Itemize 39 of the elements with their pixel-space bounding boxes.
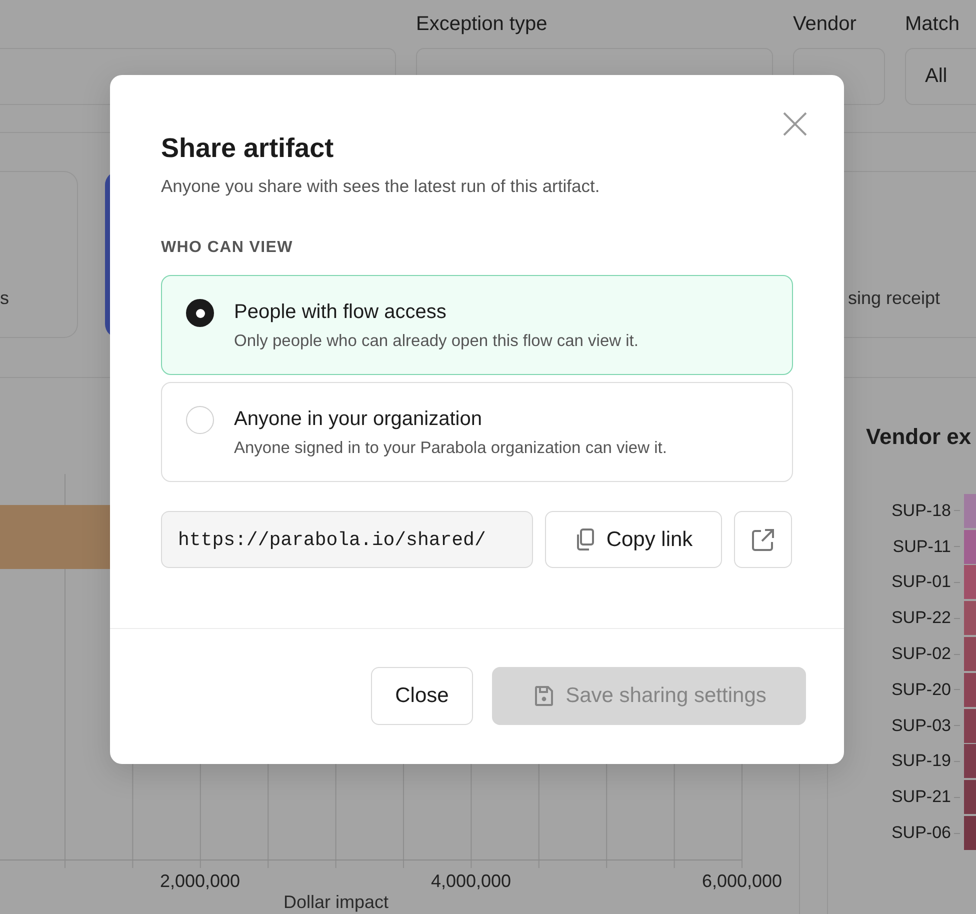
link-field[interactable]: https://parabola.io/shared/ bbox=[161, 511, 533, 568]
chart-title: Vendor ex bbox=[866, 424, 972, 451]
filter-dropdown[interactable]: All bbox=[905, 48, 976, 105]
axis-label: SUP-06 bbox=[891, 823, 952, 844]
close-icon[interactable] bbox=[782, 111, 808, 137]
axis-label: SUP-01 bbox=[891, 572, 952, 592]
radio-option[interactable]: Anyone in your organization Anyone signed in to your Parabola organization can view it. bbox=[161, 382, 793, 482]
copy-link-button[interactable]: Copy link bbox=[545, 511, 722, 568]
dialog-subtitle: Anyone you share with sees the latest run of this artifact. bbox=[161, 175, 601, 197]
close-button[interactable]: Close bbox=[371, 667, 473, 725]
option-description: Anyone signed in to your Parabola organization can view it. bbox=[234, 438, 667, 459]
filter-label: Exception type bbox=[416, 12, 548, 37]
axis-label: SUP-18 bbox=[891, 500, 952, 521]
section-label: WHO CAN VIEW bbox=[161, 238, 294, 258]
option-title: People with flow access bbox=[234, 300, 448, 325]
axis-tick-label: 6,000,000 bbox=[702, 871, 782, 891]
axis-label: SUP-21 bbox=[891, 787, 952, 808]
open-link-button[interactable] bbox=[734, 511, 792, 568]
external-link-icon bbox=[750, 526, 776, 552]
filter-label: Vendor bbox=[793, 12, 858, 37]
card-label: s bbox=[0, 288, 9, 309]
axis-label: SUP-22 bbox=[891, 608, 952, 628]
card-label: sing receipt bbox=[848, 288, 940, 309]
option-title: Anyone in your organization bbox=[234, 407, 483, 432]
radio-button[interactable] bbox=[186, 299, 214, 327]
summary-card[interactable]: s bbox=[0, 171, 78, 338]
axis-label: SUP-20 bbox=[891, 680, 952, 700]
axis-label: SUP-19 bbox=[891, 751, 952, 772]
axis-label: SUP-02 bbox=[891, 644, 952, 664]
copy-icon bbox=[574, 528, 596, 552]
axis-title: Dollar impact bbox=[282, 893, 390, 911]
axis-tick-label: 2,000,000 bbox=[160, 871, 240, 891]
radio-option[interactable]: People with flow access Only people who can already open this flow can view it. bbox=[161, 275, 793, 375]
dialog-title: Share artifact bbox=[161, 132, 335, 165]
filter-label: Match bbox=[905, 12, 960, 37]
axis-label: SUP-11 bbox=[892, 536, 952, 557]
axis-label: SUP-03 bbox=[891, 716, 952, 736]
option-description: Only people who can already open this flow can view it. bbox=[234, 331, 638, 352]
axis-tick-label: 4,000,000 bbox=[430, 871, 512, 891]
